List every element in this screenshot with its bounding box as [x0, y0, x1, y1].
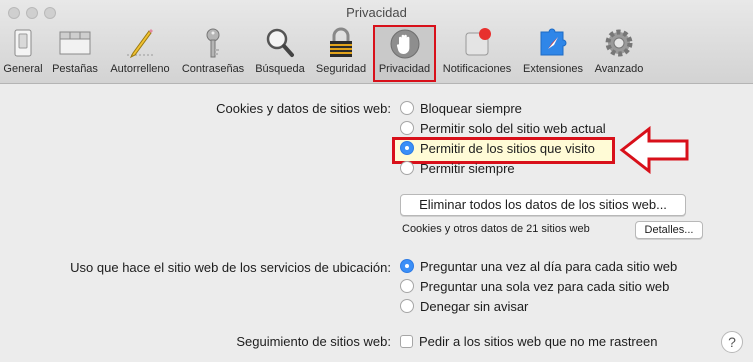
location-option-ask-once[interactable]: Preguntar una sola vez para cada sitio w… — [400, 279, 669, 297]
do-not-track-option[interactable]: Pedir a los sitios web que no me rastree… — [400, 334, 657, 352]
puzzle-icon — [540, 28, 567, 56]
notifications-icon — [465, 28, 491, 56]
radio-button[interactable] — [400, 299, 414, 313]
key-icon — [206, 28, 220, 58]
cookies-label: Cookies y datos de sitios web: — [216, 101, 391, 116]
location-option-ask-daily[interactable]: Preguntar una vez al día para cada sitio… — [400, 259, 677, 277]
tab-general[interactable]: General — [0, 26, 46, 82]
tab-extensiones[interactable]: Extensiones — [518, 26, 588, 82]
radio-button[interactable] — [400, 101, 414, 115]
annotation-arrow-icon — [619, 126, 689, 174]
cookies-option-block[interactable]: Bloquear siempre — [400, 101, 522, 119]
radio-button-selected[interactable] — [400, 259, 414, 273]
window-titlebar: Privacidad General Pestañas Autorrelleno… — [0, 0, 753, 84]
window-title: Privacidad — [346, 5, 407, 20]
cookies-option-always[interactable]: Permitir siempre — [400, 161, 515, 179]
location-services-label: Uso que hace el sitio web de los servici… — [70, 260, 391, 275]
hand-icon — [390, 29, 419, 59]
cookies-option-visited-sites[interactable]: Permitir de los sitios que visito — [400, 141, 595, 159]
location-option-deny[interactable]: Denegar sin avisar — [400, 299, 528, 317]
radio-button-selected[interactable] — [400, 141, 414, 155]
details-button[interactable]: Detalles... — [635, 221, 703, 239]
radio-button[interactable] — [400, 279, 414, 293]
do-not-track-checkbox[interactable] — [400, 335, 413, 348]
tabs-icon — [59, 31, 91, 55]
tab-seguridad[interactable]: Seguridad — [312, 26, 370, 82]
radio-button[interactable] — [400, 121, 414, 135]
tab-contrasenas[interactable]: Contraseñas — [178, 26, 248, 82]
tab-busqueda[interactable]: Búsqueda — [250, 26, 310, 82]
tab-pestanas[interactable]: Pestañas — [48, 26, 102, 82]
help-button[interactable]: ? — [721, 331, 743, 353]
pencil-icon — [127, 29, 153, 59]
tracking-label: Seguimiento de sitios web: — [236, 334, 391, 349]
tab-avanzado[interactable]: Avanzado — [590, 26, 648, 82]
general-switch-icon — [14, 29, 32, 57]
tab-privacidad[interactable]: Privacidad — [373, 25, 436, 82]
gear-icon — [605, 29, 633, 57]
tab-autorrelleno[interactable]: Autorrelleno — [104, 26, 176, 82]
radio-button[interactable] — [400, 161, 414, 175]
magnifier-icon — [266, 28, 294, 57]
tab-notificaciones[interactable]: Notificaciones — [438, 26, 516, 82]
cookies-count-text: Cookies y otros datos de 21 sitios web — [402, 223, 590, 235]
preferences-toolbar: General Pestañas Autorrelleno Contraseña… — [0, 25, 753, 82]
remove-all-website-data-button[interactable]: Eliminar todos los datos de los sitios w… — [400, 194, 686, 216]
lock-icon — [330, 27, 352, 57]
